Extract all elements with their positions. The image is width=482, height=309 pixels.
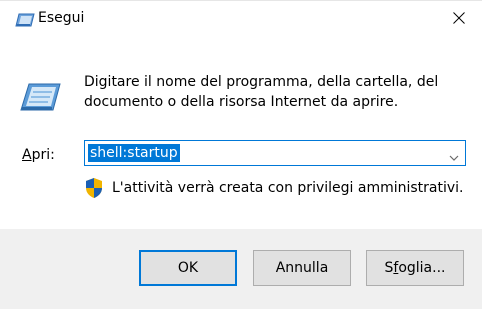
- open-input-value[interactable]: shell:startup: [88, 144, 180, 162]
- instructions-text: Digitare il nome del programma, della ca…: [84, 74, 439, 110]
- ok-button[interactable]: OK: [139, 250, 237, 286]
- open-combobox[interactable]: shell:startup: [84, 140, 466, 166]
- run-dialog-icon: [15, 12, 35, 27]
- window-title: Esegui: [38, 10, 85, 26]
- chevron-down-icon[interactable]: [449, 148, 459, 161]
- run-dialog: Esegui Digitare il nome del programma, d…: [0, 0, 482, 309]
- uac-shield-icon: [84, 177, 104, 199]
- button-bar: OK Annulla Sfoglia...: [0, 229, 482, 309]
- admin-privileges-note: L'attività verrà creata con privilegi am…: [112, 180, 464, 196]
- close-button[interactable]: [436, 1, 482, 35]
- close-icon: [453, 9, 465, 28]
- open-label: Apri:: [22, 147, 55, 163]
- title-bar[interactable]: Esegui: [0, 1, 482, 35]
- cancel-button[interactable]: Annulla: [253, 250, 351, 286]
- run-program-icon: [19, 83, 61, 111]
- browse-button[interactable]: Sfoglia...: [366, 250, 464, 286]
